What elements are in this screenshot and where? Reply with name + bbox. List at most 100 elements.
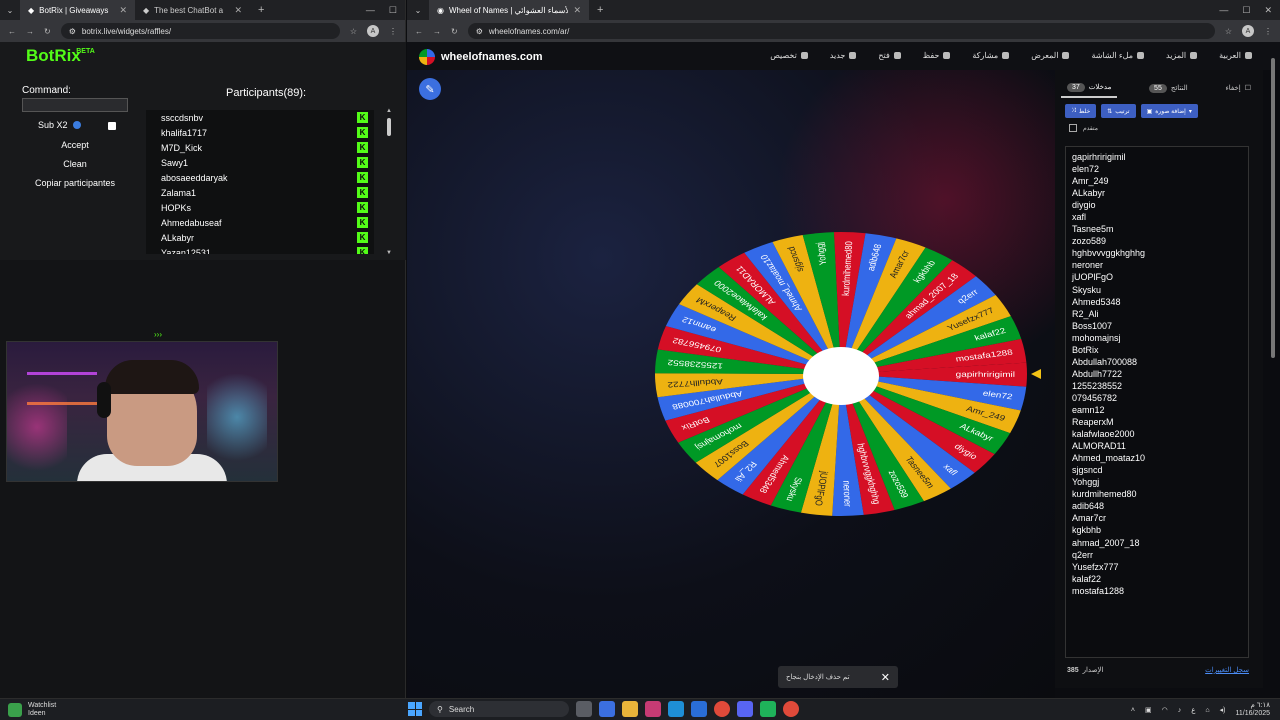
volume-icon[interactable]: ◂) <box>1220 706 1226 714</box>
entry-line[interactable]: mohomajnsj <box>1072 332 1242 344</box>
minimize-icon[interactable]: — <box>366 5 375 16</box>
browser-menu-icon[interactable]: ⋮ <box>389 27 397 36</box>
entry-line[interactable]: Abdullah700088 <box>1072 356 1242 368</box>
entry-line[interactable]: Skysku <box>1072 284 1242 296</box>
entries-textarea[interactable]: gapirhririgimil elen72 Amr_249 ALkabyr diygi… <box>1065 146 1249 658</box>
site-logo[interactable]: wheelofnames.com <box>419 49 542 65</box>
store-icon[interactable] <box>645 701 661 717</box>
advanced-checkbox[interactable] <box>1069 124 1077 132</box>
wheel-container[interactable]: gapirhririgimil elen72 Amr_249 ALkabyr diygi… <box>641 224 1049 539</box>
scroll-up-icon[interactable]: ▲ <box>386 108 392 114</box>
url-field[interactable]: ⚙ wheelofnames.com/ar/ <box>467 23 1215 39</box>
entry-line[interactable]: Amar7cr <box>1072 512 1242 524</box>
command-input[interactable] <box>22 98 128 112</box>
menu-item[interactable]: تخصيص <box>770 51 808 60</box>
entry-line[interactable]: jUOPlFgO <box>1072 271 1242 283</box>
tab-botrix[interactable]: ◆ BotRix | Giveaways ✕ <box>20 0 135 20</box>
page-scrollbar[interactable] <box>1269 46 1277 690</box>
maximize-icon[interactable]: ☐ <box>389 5 397 16</box>
bookmark-star-icon[interactable]: ☆ <box>1225 27 1232 36</box>
entry-line[interactable]: Yusefzx777 <box>1072 561 1242 573</box>
close-window-icon[interactable]: ✕ <box>1264 5 1272 16</box>
menu-item[interactable]: جديد <box>830 51 857 60</box>
entry-line[interactable]: neroner <box>1072 259 1242 271</box>
changelog-link[interactable]: سجل التغييرات <box>1205 666 1249 674</box>
advanced-toggle[interactable]: متقدم <box>1069 124 1098 132</box>
entry-line[interactable]: Abdullh7722 <box>1072 368 1242 380</box>
entry-line[interactable]: kalaf22 <box>1072 573 1242 585</box>
toast-close-icon[interactable]: ✕ <box>881 671 890 684</box>
forward-icon[interactable]: → <box>26 27 34 36</box>
spin-wheel[interactable]: gapirhririgimilelen72Amr_249ALkabyrdiygi… <box>641 224 1049 534</box>
watchlist-widget[interactable]: Watchlist Ideen <box>8 702 56 718</box>
tab-menu-icon[interactable]: ⌄ <box>407 0 429 20</box>
reload-icon[interactable]: ↻ <box>44 27 51 36</box>
entry-line[interactable]: adib648 <box>1072 500 1242 512</box>
menu-item[interactable]: مشاركة <box>972 51 1010 60</box>
edit-pencil-icon[interactable]: ✎ <box>419 78 441 100</box>
network-icon[interactable]: ⌂ <box>1205 707 1209 714</box>
add-image-button[interactable]: ▣ إضافة صورة ▾ <box>1140 104 1198 118</box>
discord-icon[interactable] <box>737 701 753 717</box>
entry-line[interactable]: kgkbhb <box>1072 524 1242 536</box>
taskbar-search[interactable]: ⚲ Search <box>429 701 569 717</box>
menu-item[interactable]: العربية <box>1219 51 1252 60</box>
scroll-thumb[interactable] <box>387 118 391 136</box>
entry-line[interactable]: diygio <box>1072 199 1242 211</box>
participants-scrollbar[interactable]: ▲ ▼ <box>386 108 392 256</box>
back-icon[interactable]: ← <box>8 27 16 36</box>
back-icon[interactable]: ← <box>415 27 423 36</box>
tab-menu-icon[interactable]: ⌄ <box>0 0 20 20</box>
task-view-icon[interactable] <box>576 701 592 717</box>
entry-line[interactable]: R2_Ali <box>1072 308 1242 320</box>
file-explorer-icon[interactable] <box>622 701 638 717</box>
copilot-icon[interactable] <box>599 701 615 717</box>
entry-line[interactable]: ahmad_2007_18 <box>1072 537 1242 549</box>
participants-list[interactable]: ssccdsnbv Kkhalifa1717 K M7D_Kick K Sawy1 Kabo… <box>146 110 374 254</box>
clean-button[interactable]: Clean <box>22 157 128 171</box>
menu-item[interactable]: ملء الشاشة <box>1091 51 1144 60</box>
site-info-icon[interactable]: ⚙ <box>69 27 76 36</box>
entry-line[interactable]: 079456782 <box>1072 392 1242 404</box>
wifi-icon[interactable]: ◠ <box>1162 706 1168 714</box>
tab-chatbot[interactable]: ◆ The best ChatBot a ✕ <box>135 0 250 20</box>
entry-line[interactable]: mostafa1288 <box>1072 585 1242 597</box>
wheel-center-button[interactable] <box>803 347 879 405</box>
entry-line[interactable]: ReaperxM <box>1072 416 1242 428</box>
entry-line[interactable]: zozo589 <box>1072 235 1242 247</box>
entry-line[interactable]: 1255238552 <box>1072 380 1242 392</box>
entry-line[interactable]: kurdmihemed80 <box>1072 488 1242 500</box>
chrome-icon[interactable] <box>714 701 730 717</box>
entry-line[interactable]: sjgsncd <box>1072 464 1242 476</box>
entry-line[interactable]: eamn12 <box>1072 404 1242 416</box>
entry-line[interactable]: kalafwlaoe2000 <box>1072 428 1242 440</box>
tab-entries[interactable]: 37 مدخلات <box>1061 78 1118 98</box>
entry-line[interactable]: Tasnee5m <box>1072 223 1242 235</box>
chrome-profile-icon[interactable] <box>783 701 799 717</box>
minimize-icon[interactable]: — <box>1219 5 1228 16</box>
maximize-icon[interactable]: ☐ <box>1242 5 1250 16</box>
reload-icon[interactable]: ↻ <box>451 27 458 36</box>
url-field[interactable]: ⚙ botrix.live/widgets/raffles/ <box>60 23 340 39</box>
profile-avatar[interactable]: A <box>367 25 379 37</box>
close-tab-icon[interactable]: ✕ <box>234 5 242 16</box>
shuffle-button[interactable]: ⤨ خلط <box>1065 104 1097 118</box>
clock[interactable]: ٦:١٨ م 11/16/2025 <box>1235 702 1270 718</box>
windows-start-icon[interactable] <box>408 702 422 716</box>
speaker-icon[interactable]: ♪ <box>1178 707 1182 714</box>
scroll-thumb[interactable] <box>1271 58 1275 358</box>
entry-line[interactable]: xafl <box>1072 211 1242 223</box>
site-info-icon[interactable]: ⚙ <box>476 27 483 36</box>
menu-item[interactable]: المزيد <box>1166 51 1198 60</box>
new-tab-icon[interactable]: + <box>589 4 611 16</box>
entry-line[interactable]: ALkabyr <box>1072 187 1242 199</box>
info-icon[interactable] <box>72 121 81 129</box>
entry-line[interactable]: gapirhririgimil <box>1072 151 1242 163</box>
bookmark-star-icon[interactable]: ☆ <box>350 27 357 36</box>
entry-line[interactable]: Ahmed_moataz10 <box>1072 452 1242 464</box>
close-tab-icon[interactable]: ✕ <box>119 5 127 16</box>
entry-line[interactable]: Boss1007 <box>1072 320 1242 332</box>
tab-wheel-of-names[interactable]: ◉ Wheel of Names | عجلة الأسماء العشوائي… <box>429 0 589 20</box>
edge-icon[interactable] <box>668 701 684 717</box>
browser-menu-icon[interactable]: ⋮ <box>1264 27 1272 36</box>
